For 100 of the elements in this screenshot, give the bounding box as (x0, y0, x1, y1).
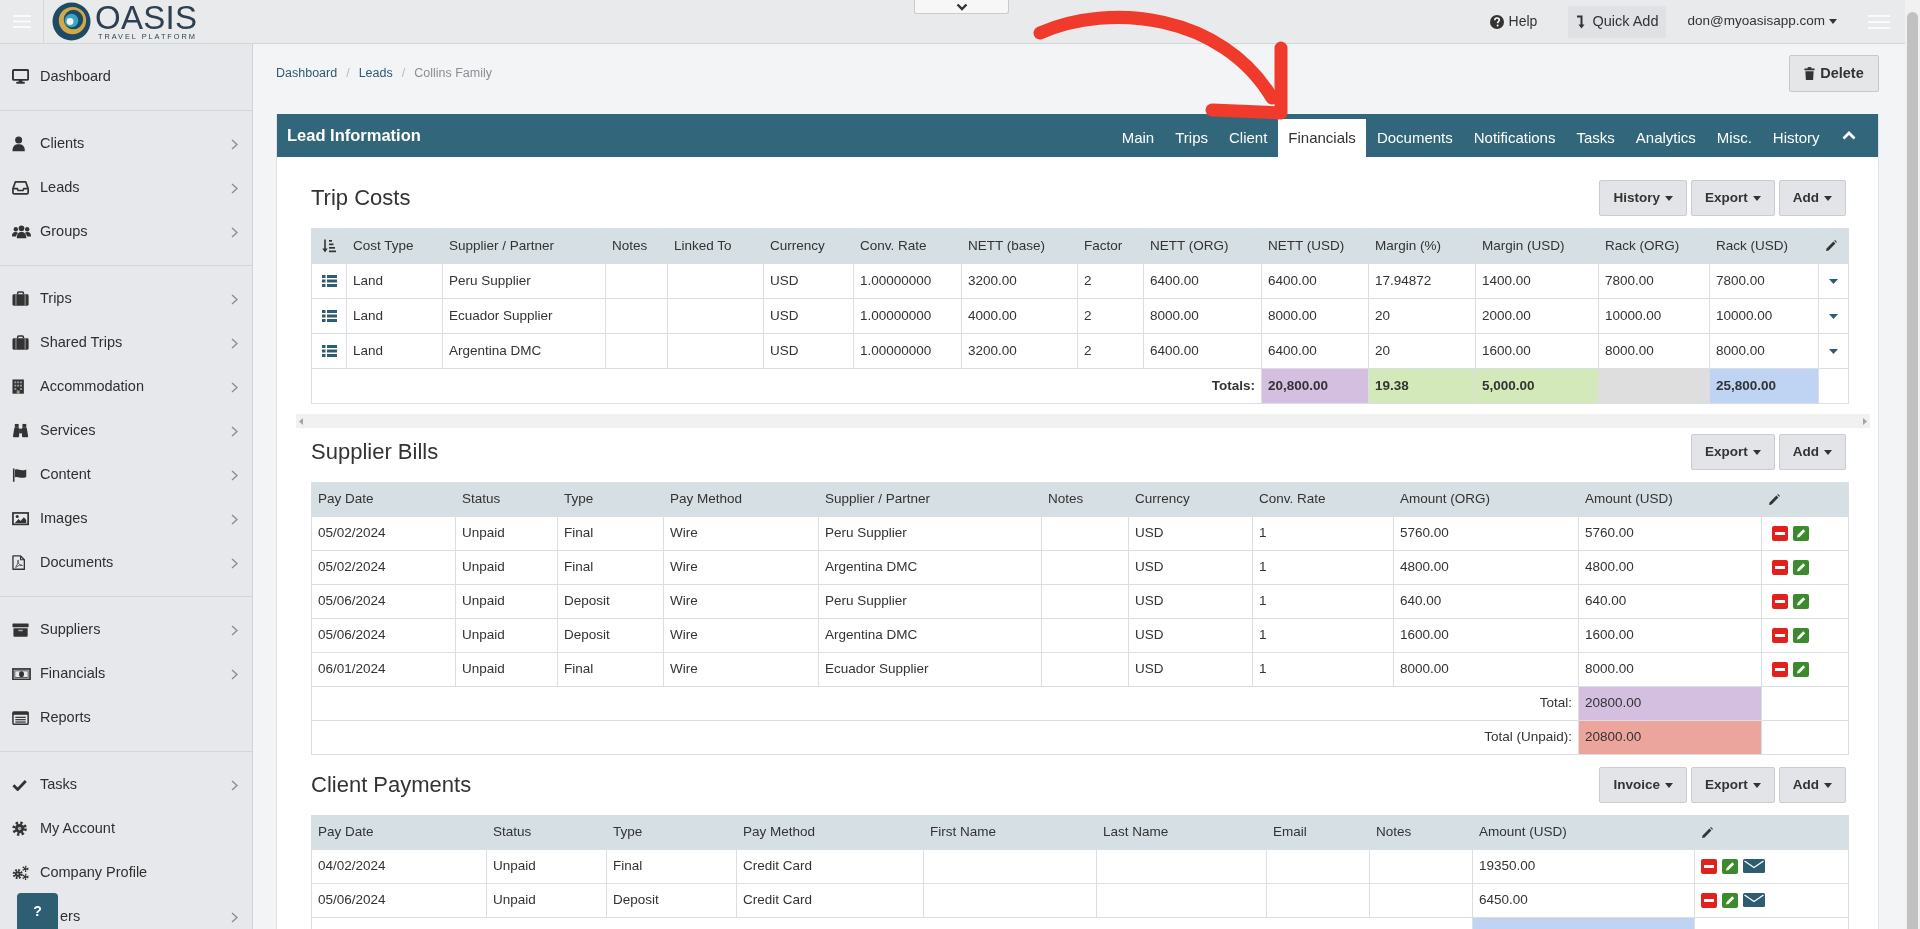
table-cell: 4800.00 (1393, 550, 1579, 585)
delete-button[interactable]: Delete (1789, 55, 1879, 92)
table-cell: USD (763, 263, 854, 299)
minus-icon[interactable] (1772, 628, 1788, 643)
caret-icon[interactable] (1829, 313, 1838, 319)
tab[interactable]: Analytics (1625, 119, 1707, 157)
column-header: Notes (1369, 815, 1473, 850)
collapse-toggle[interactable] (914, 0, 1009, 14)
table-cell: 1.00000000 (853, 263, 962, 299)
user-menu[interactable]: don@myoasisapp.com (1687, 11, 1837, 32)
total-cell: 25,800.00 (1709, 368, 1819, 404)
sidebar-item[interactable]: Documents (0, 541, 252, 585)
tab[interactable]: Notifications (1463, 119, 1566, 157)
caret-icon (1752, 782, 1761, 788)
pencil-icon[interactable] (1722, 893, 1738, 908)
tab[interactable]: Main (1111, 119, 1165, 157)
table-cell: 1400.00 (1475, 263, 1599, 299)
sidebar-item[interactable]: Suppliers (0, 608, 252, 652)
tab[interactable]: Trips (1164, 119, 1219, 157)
sidebar-item[interactable]: Accommodation (0, 365, 252, 409)
sidebar-item[interactable]: Dashboard (0, 55, 252, 99)
sidebar-item[interactable]: Tasks (0, 763, 252, 807)
sidebar-item[interactable]: ers (59, 895, 252, 929)
table-cell: 20 (1368, 333, 1476, 369)
pencil-icon[interactable] (1793, 662, 1809, 677)
vertical-scrollbar[interactable] (1905, 0, 1920, 929)
tab[interactable]: Misc. (1706, 119, 1763, 157)
caret-icon[interactable] (1829, 278, 1838, 284)
chevron-up-icon[interactable] (1842, 131, 1856, 140)
table-cell: 8000.00 (1578, 652, 1762, 687)
column-header: Currency (1128, 482, 1253, 517)
table-cell: 19350.00 (1472, 849, 1695, 884)
tab[interactable]: History (1762, 119, 1830, 157)
table-cell: 2 (1077, 333, 1144, 369)
sidebar-item[interactable]: Reports (0, 696, 252, 740)
question-circle-icon (1489, 14, 1504, 29)
pencil-icon[interactable] (1793, 628, 1809, 643)
table-cell: Wire (663, 550, 819, 585)
caret-icon (1665, 195, 1673, 201)
table-cell: 6400.00 (1261, 333, 1369, 369)
table-cell: 3200.00 (961, 333, 1078, 369)
sidebar-item[interactable]: Trips (0, 277, 252, 321)
dropdown-button[interactable]: Add (1778, 434, 1846, 470)
sidebar-item[interactable]: Leads (0, 166, 252, 210)
breadcrumb-link[interactable]: Dashboard (276, 64, 338, 83)
minus-icon[interactable] (1701, 859, 1717, 874)
tab[interactable]: Documents (1366, 119, 1464, 157)
table-cell: 1600.00 (1475, 333, 1599, 369)
sidebar-item[interactable]: My Account (0, 807, 252, 851)
column-header: Pay Date (311, 815, 487, 850)
help-button[interactable]: ? (17, 893, 58, 929)
sidebar-item[interactable]: Clients (0, 122, 252, 166)
tab[interactable]: Tasks (1565, 119, 1626, 157)
dropdown-button[interactable]: Export (1691, 434, 1775, 470)
column-header: NETT (base) (961, 228, 1078, 264)
help-link[interactable]: Help (1489, 11, 1538, 32)
dropdown-button[interactable]: Export (1691, 767, 1775, 803)
sort-icon[interactable] (322, 239, 336, 254)
sidebar-item[interactable]: Company Profile (0, 851, 252, 895)
quick-add-button[interactable]: Quick Add (1568, 5, 1667, 38)
pencil-icon[interactable] (1722, 859, 1738, 874)
table-cell: Final (557, 516, 664, 551)
total-cell: 20800.00 (1578, 720, 1762, 755)
pencil-icon[interactable] (1793, 526, 1809, 541)
table-cell: 1.00000000 (853, 333, 962, 369)
table-cell: 6450.00 (1472, 883, 1695, 918)
users-icon (12, 225, 31, 239)
caret-icon[interactable] (1829, 348, 1838, 354)
sidebar-item[interactable]: Groups (0, 210, 252, 254)
table-cell: Unpaid (455, 516, 558, 551)
list-icon[interactable] (321, 275, 337, 288)
dropdown-button[interactable]: History (1599, 180, 1687, 216)
tab[interactable]: Client (1218, 119, 1278, 157)
envelope-icon[interactable] (1743, 859, 1765, 873)
minus-icon[interactable] (1701, 893, 1717, 908)
tab[interactable]: Financials (1277, 119, 1367, 157)
sidebar-item[interactable]: Services (0, 409, 252, 453)
column-header: Status (455, 482, 558, 517)
dropdown-button[interactable]: Export (1691, 180, 1775, 216)
pencil-icon[interactable] (1793, 594, 1809, 609)
pencil-icon[interactable] (1793, 560, 1809, 575)
minus-icon[interactable] (1772, 662, 1788, 677)
list-icon[interactable] (321, 345, 337, 358)
sidebar-item[interactable]: Images (0, 497, 252, 541)
table-cell: Credit Card (736, 883, 924, 918)
sidebar-item[interactable]: Financials (0, 652, 252, 696)
minus-icon[interactable] (1772, 526, 1788, 541)
dropdown-button[interactable]: Add (1778, 767, 1846, 803)
column-header: Status (486, 815, 607, 850)
envelope-icon[interactable] (1743, 893, 1765, 907)
dropdown-button[interactable]: Invoice (1599, 767, 1687, 803)
column-header: Supplier / Partner (818, 482, 1042, 517)
list-icon[interactable] (321, 310, 337, 323)
sidebar-item[interactable]: Content (0, 453, 252, 497)
sidebar-item[interactable]: Shared Trips (0, 321, 252, 365)
minus-icon[interactable] (1772, 560, 1788, 575)
minus-icon[interactable] (1772, 594, 1788, 609)
breadcrumb-link[interactable]: Leads (358, 64, 393, 83)
dropdown-button[interactable]: Add (1778, 180, 1846, 216)
table-cell: 1 (1252, 618, 1394, 653)
